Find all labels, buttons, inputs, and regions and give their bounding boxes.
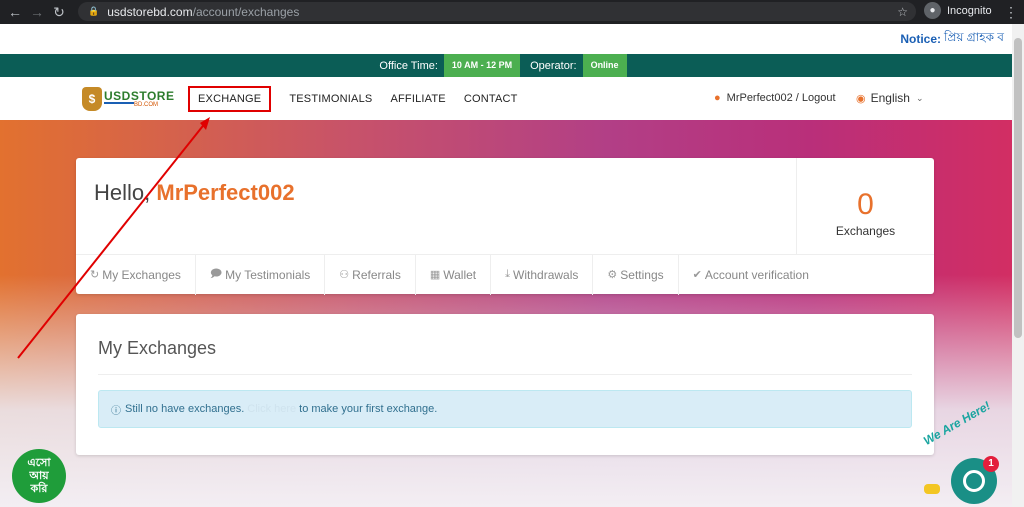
info-icon: ⓘ: [111, 405, 121, 417]
lock-icon: 🔒: [88, 6, 100, 16]
browser-toolbar: ← → ↻ 🔒 usdstorebd.com/account/exchanges…: [0, 0, 1024, 24]
download-icon: ⤓: [505, 268, 511, 280]
exchanges-card: My Exchanges ⓘ Still no have exchanges. …: [76, 314, 934, 455]
user-logout-link[interactable]: ● MrPerfect002 / Logout: [714, 92, 836, 104]
greeting: Hello, MrPerfect002: [94, 180, 295, 206]
logo-swoosh: [104, 102, 134, 104]
chat-bubble-icon: [963, 470, 985, 492]
exchange-count: 0: [857, 188, 874, 221]
user-text: MrPerfect002 / Logout: [726, 92, 836, 104]
alert-prefix: Still no have exchanges.: [125, 403, 245, 415]
scrollbar-thumb[interactable]: [1014, 38, 1022, 338]
tab-label: Settings: [620, 267, 664, 282]
office-time-label: Office Time:: [379, 59, 438, 72]
tab-settings[interactable]: ⚙ Settings: [593, 254, 679, 295]
badge-line: এসো: [27, 456, 51, 469]
tab-referrals[interactable]: ⚇ Referrals: [325, 254, 416, 295]
tab-label: My Testimonials: [225, 267, 311, 282]
incognito-indicator[interactable]: ● Incognito: [924, 2, 992, 19]
users-icon: ⚇: [339, 269, 350, 281]
reload-icon[interactable]: ↻: [48, 4, 70, 21]
refresh-icon: ↻: [90, 269, 100, 281]
back-icon[interactable]: ←: [4, 4, 26, 20]
click-here-link[interactable]: Click here: [247, 403, 296, 415]
badge-line: আয়: [29, 469, 49, 482]
url-path: /account/exchanges: [192, 4, 300, 19]
url-host: usdstorebd.com: [107, 4, 193, 19]
browser-menu-icon[interactable]: ⋮: [1004, 4, 1018, 21]
tab-label: Referrals: [352, 267, 401, 282]
profile-card: Hello, MrPerfect002 0 Exchanges ↻ My Exc…: [76, 158, 934, 295]
nav-exchange[interactable]: EXCHANGE: [188, 85, 272, 112]
alert-suffix: to make your first exchange.: [299, 403, 438, 415]
divider: [98, 374, 912, 375]
language-selector[interactable]: ◉ English ⌄: [856, 91, 924, 105]
chevron-down-icon: ⌄: [915, 92, 924, 103]
wallet-icon: ▦: [429, 269, 441, 281]
empty-exchanges-alert: ⓘ Still no have exchanges. Click here to…: [98, 390, 912, 428]
notice-bar: Notice: প্রিয় গ্রাহক ব: [0, 24, 1012, 54]
page-scrollbar[interactable]: [1012, 24, 1024, 507]
office-time-bar: Office Time: 10 AM - 12 PM Operator: Onl…: [0, 54, 1012, 77]
tab-label: Withdrawals: [513, 267, 579, 282]
site-header: $ USDSTORE BD.COM EXCHANGE TESTIMONIALS …: [0, 77, 1012, 120]
comments-icon: 🗩: [209, 268, 223, 280]
logo-text: USDSTORE: [104, 89, 175, 103]
greeting-username: MrPerfect002: [156, 180, 295, 205]
gears-icon: ⚙: [607, 269, 618, 281]
nav-contact[interactable]: CONTACT: [464, 93, 518, 105]
office-time-pill: 10 AM - 12 PM: [443, 54, 521, 77]
nav-testimonials[interactable]: TESTIMONIALS: [289, 93, 372, 105]
exchange-count-box: 0 Exchanges: [796, 158, 934, 254]
exchanges-title: My Exchanges: [98, 338, 217, 358]
nav-affiliate[interactable]: AFFILIATE: [390, 93, 445, 105]
tab-withdrawals[interactable]: ⤓ Withdrawals: [491, 254, 594, 295]
badge-line: করি: [30, 482, 48, 495]
forward-icon[interactable]: →: [26, 4, 48, 20]
account-tabs: ↻ My Exchanges 🗩 My Testimonials ⚇ Refer…: [76, 254, 934, 295]
bookmark-star-icon[interactable]: ☆: [897, 5, 908, 19]
tab-label: Account verification: [704, 267, 809, 282]
incognito-icon: ●: [924, 2, 941, 19]
logo-tld: BD.COM: [134, 102, 158, 108]
notice-label: Notice:: [900, 32, 942, 46]
notice-text: প্রিয় গ্রাহক ব: [944, 30, 1004, 44]
greeting-word: Hello,: [94, 180, 151, 205]
tab-label: Wallet: [443, 267, 477, 282]
tab-account-verification[interactable]: ✔ Account verification: [679, 255, 823, 295]
user-icon: ●: [714, 92, 721, 104]
waving-hand-icon: [924, 484, 940, 494]
tab-label: My Exchanges: [102, 267, 181, 282]
earn-badge-button[interactable]: এসো আয় করি: [12, 449, 66, 503]
tab-my-testimonials[interactable]: 🗩 My Testimonials: [196, 254, 326, 295]
operator-status-pill: Online: [582, 54, 627, 77]
main-nav: EXCHANGE TESTIMONIALS AFFILIATE CONTACT: [188, 77, 536, 120]
language-label: English: [870, 91, 910, 105]
chat-launcher-button[interactable]: 1: [951, 456, 999, 504]
unread-count-badge: 1: [983, 456, 999, 472]
check-icon: ✔: [692, 269, 702, 281]
incognito-label: Incognito: [947, 4, 992, 17]
exchange-count-label: Exchanges: [835, 224, 896, 238]
money-bag-icon: $: [82, 87, 102, 111]
address-bar[interactable]: 🔒 usdstorebd.com/account/exchanges ☆: [78, 2, 916, 21]
tab-my-exchanges[interactable]: ↻ My Exchanges: [76, 254, 196, 295]
tab-wallet[interactable]: ▦ Wallet: [416, 254, 492, 295]
site-logo[interactable]: $ USDSTORE BD.COM: [82, 87, 174, 111]
globe-icon: ◉: [856, 92, 866, 105]
operator-label: Operator:: [530, 59, 577, 72]
